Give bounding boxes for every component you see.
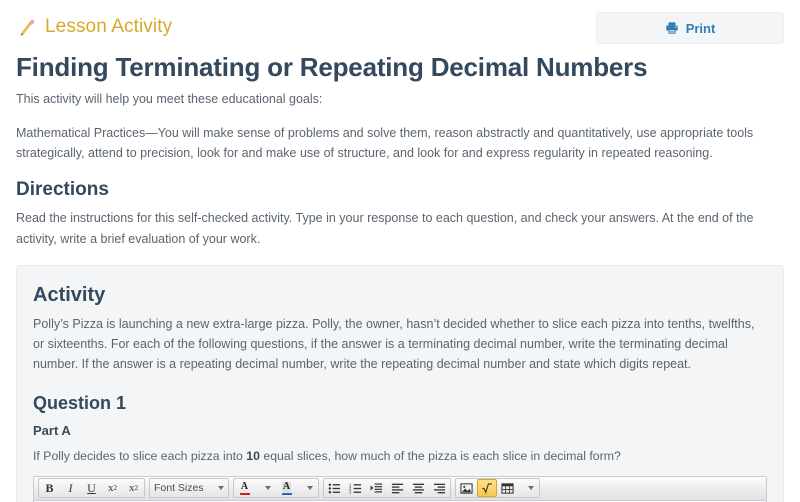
insert-table-dropdown[interactable] (518, 479, 539, 497)
question-text: If Polly decides to slice each pizza int… (33, 447, 767, 466)
toolbar-group-colors: A A (233, 478, 319, 499)
text-color-letter: A (240, 480, 249, 492)
chevron-down-icon (527, 486, 534, 491)
question-text-before: If Polly decides to slice each pizza int… (33, 448, 247, 463)
numbered-list-icon: 1 2 3 (349, 482, 362, 494)
align-left-icon (391, 483, 404, 494)
chevron-down-icon (306, 486, 313, 491)
align-center-button[interactable] (408, 479, 429, 497)
background-color-icon: A (281, 480, 292, 495)
toolbar-group-text-style: B I U x2 x2 (38, 478, 145, 499)
directions-heading: Directions (16, 179, 109, 201)
align-right-icon (433, 483, 446, 494)
printer-icon (666, 22, 678, 34)
directions-text: Read the instructions for this self-chec… (16, 211, 754, 246)
underline-button[interactable]: U (81, 479, 102, 497)
numbered-list-button[interactable]: 1 2 3 (345, 479, 366, 497)
background-color-dropdown[interactable] (297, 479, 318, 497)
italic-button[interactable]: I (60, 479, 81, 497)
bulleted-list-icon (328, 483, 341, 494)
goals-text: Mathematical Practices—You will make sen… (16, 125, 754, 161)
print-button[interactable]: Print (596, 12, 784, 44)
indent-icon (370, 483, 383, 493)
math-radical-icon (482, 483, 492, 495)
insert-image-button[interactable] (456, 479, 477, 497)
subscript-button[interactable]: x2 (123, 479, 144, 497)
align-left-button[interactable] (387, 479, 408, 497)
activity-intro-text: Polly’s Pizza is launching a new extra-l… (33, 316, 755, 372)
bold-button[interactable]: B (39, 479, 60, 497)
page-header: Lesson Activity Print (0, 0, 800, 44)
lesson-activity-label: Lesson Activity (45, 16, 173, 37)
font-sizes-label: Font Sizes (154, 482, 204, 495)
rich-text-editor: B I U x2 x2 Font Sizes A A 1 2 3 (33, 475, 767, 502)
image-icon (460, 483, 473, 494)
table-icon (501, 483, 514, 494)
part-heading: Part A (33, 422, 71, 438)
activity-heading: Activity (33, 283, 106, 306)
font-sizes-select[interactable]: Font Sizes (150, 479, 228, 497)
background-color-swatch (281, 492, 292, 495)
superscript-button[interactable]: x2 (102, 479, 123, 497)
background-color-letter: A (281, 480, 292, 492)
page-title: Finding Terminating or Repeating Decimal… (16, 52, 648, 82)
lesson-activity-label-group: Lesson Activity (16, 12, 172, 38)
text-color-icon: A (239, 480, 250, 495)
align-right-button[interactable] (429, 479, 450, 497)
bulleted-list-button[interactable] (324, 479, 345, 497)
subscript-index: 2 (134, 484, 139, 493)
chevron-down-icon (264, 486, 271, 491)
lesson-activity-page: Lesson Activity Print Finding Terminatin… (0, 0, 800, 502)
question-text-after: equal slices, how much of the pizza is e… (259, 448, 621, 463)
indent-button[interactable] (366, 479, 387, 497)
goals-intro-text: This activity will help you meet these e… (16, 91, 323, 106)
superscript-exponent: 2 (113, 484, 118, 493)
toolbar-group-font-size: Font Sizes (149, 478, 229, 499)
text-color-button[interactable]: A (234, 479, 255, 497)
toolbar-group-insert (455, 478, 540, 499)
question-number: 10 (246, 448, 260, 463)
editor-toolbar: B I U x2 x2 Font Sizes A A 1 2 3 (34, 476, 766, 501)
print-button-label: Print (685, 20, 716, 36)
activity-panel: Activity Polly’s Pizza is launching a ne… (16, 264, 784, 502)
chevron-down-icon (218, 486, 224, 491)
insert-table-button[interactable] (497, 479, 518, 497)
question-heading: Question 1 (33, 392, 127, 413)
toolbar-group-lists-align: 1 2 3 (323, 478, 451, 499)
pencil-icon (20, 19, 35, 37)
math-equation-button[interactable] (477, 479, 497, 498)
align-center-icon (412, 483, 425, 494)
text-color-dropdown[interactable] (255, 479, 276, 497)
text-color-swatch (239, 492, 250, 495)
svg-text:3: 3 (349, 489, 352, 494)
document-body: Finding Terminating or Repeating Decimal… (0, 52, 800, 249)
background-color-button[interactable]: A (276, 479, 297, 497)
